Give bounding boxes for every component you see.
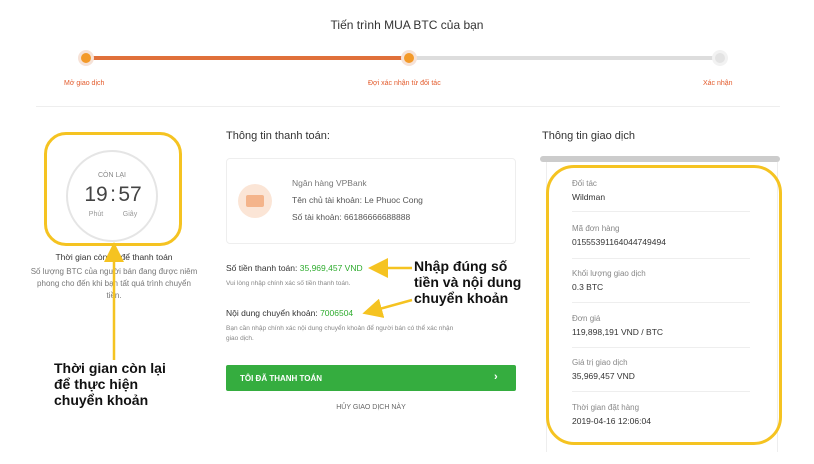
payment-callout: Nhập đúng số tiền và nội dung chuyển kho… <box>414 258 521 306</box>
payment-callout-line: Nhập đúng số <box>414 258 508 274</box>
timer-callout: Thời gian còn lại để thực hiện chuyển kh… <box>54 360 166 408</box>
content-arrow <box>362 298 413 318</box>
timer-callout-line: để thực hiện <box>54 376 139 392</box>
payment-callout-line: tiền và nội dung <box>414 274 522 290</box>
payment-callout-line: chuyển khoản <box>414 290 509 306</box>
timer-callout-line: Thời gian còn lại <box>54 360 166 376</box>
timer-callout-line: chuyển khoản <box>54 392 149 408</box>
